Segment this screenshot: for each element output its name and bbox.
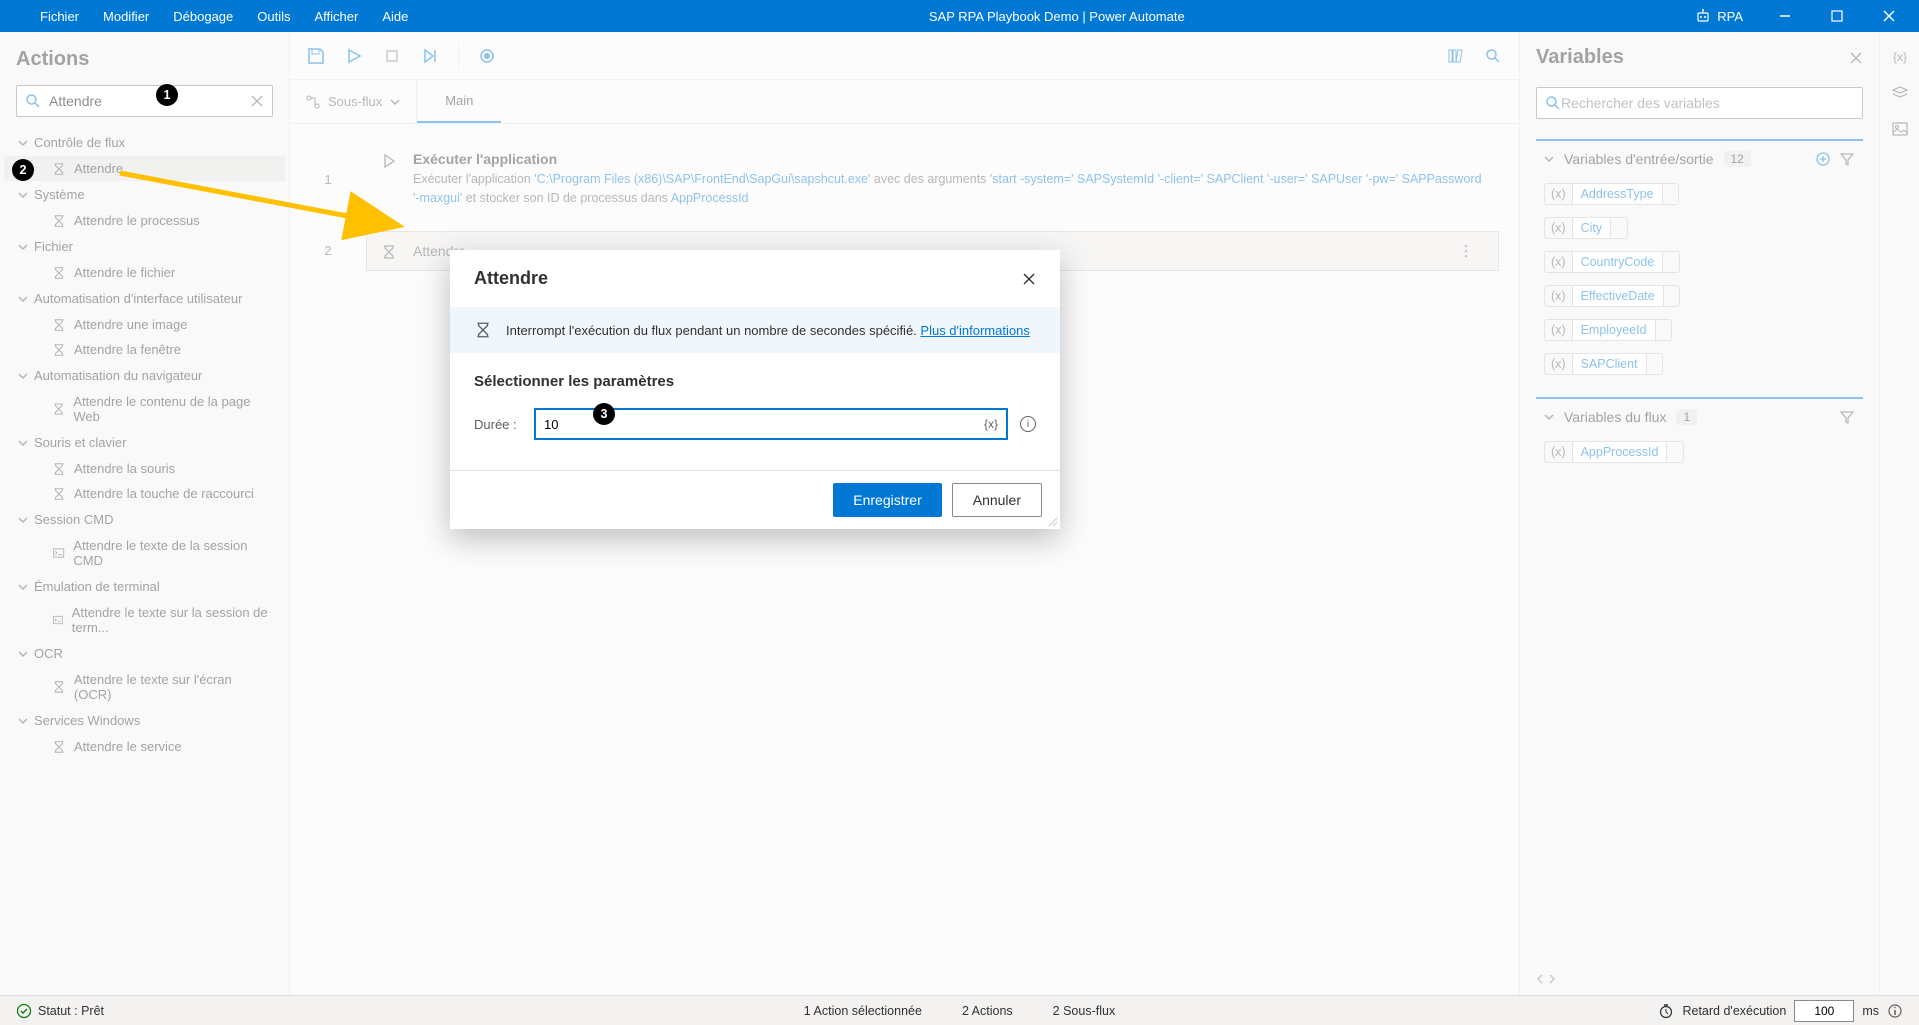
rpa-badge[interactable]: RPA <box>1695 8 1753 24</box>
save-button[interactable]: Enregistrer <box>833 483 941 517</box>
status-bar: Statut : Prêt 1 Action sélectionnée 2 Ac… <box>0 995 1919 1025</box>
menu-tools[interactable]: Outils <box>247 3 300 30</box>
menu-help[interactable]: Aide <box>372 3 418 30</box>
window-title: SAP RPA Playbook Demo | Power Automate <box>418 9 1695 24</box>
info-icon[interactable]: i <box>1020 416 1036 432</box>
more-info-link[interactable]: Plus d'informations <box>920 323 1029 338</box>
callout-badge-2: 2 <box>12 159 34 181</box>
selected-actions-count: 1 Action sélectionnée <box>804 1004 922 1018</box>
menu-file[interactable]: Fichier <box>30 3 89 30</box>
robot-icon <box>1695 8 1711 24</box>
duration-label: Durée : <box>474 417 522 432</box>
callout-badge-1: 1 <box>156 84 178 106</box>
delay-unit: ms <box>1862 1004 1879 1018</box>
window-minimize[interactable] <box>1765 0 1805 32</box>
hourglass-icon <box>474 321 492 339</box>
menu-view[interactable]: Afficher <box>305 3 369 30</box>
menu-debug[interactable]: Débogage <box>163 3 243 30</box>
delay-input[interactable] <box>1794 1000 1854 1022</box>
check-icon <box>16 1003 32 1019</box>
wait-action-dialog: Attendre Interrompt l'exécution du flux … <box>450 250 1060 529</box>
status-ready: Statut : Prêt <box>16 1003 104 1019</box>
dialog-title: Attendre <box>474 268 548 289</box>
delay-label: Retard d'exécution <box>1682 1004 1786 1018</box>
window-titlebar: Fichier Modifier Débogage Outils Affiche… <box>0 0 1919 32</box>
menu-bar: Fichier Modifier Débogage Outils Affiche… <box>0 3 418 30</box>
subflows-count: 2 Sous-flux <box>1053 1004 1116 1018</box>
dialog-info-text: Interrompt l'exécution du flux pendant u… <box>506 323 920 338</box>
menu-edit[interactable]: Modifier <box>93 3 159 30</box>
window-maximize[interactable] <box>1817 0 1857 32</box>
callout-badge-3: 3 <box>593 403 615 425</box>
window-close[interactable] <box>1869 0 1909 32</box>
cancel-button[interactable]: Annuler <box>952 483 1042 517</box>
info-icon[interactable] <box>1887 1003 1903 1019</box>
dialog-info-banner: Interrompt l'exécution du flux pendant u… <box>450 307 1060 353</box>
variable-picker-icon[interactable]: {x} <box>984 417 998 431</box>
params-heading: Sélectionner les paramètres <box>474 373 1036 390</box>
actions-count: 2 Actions <box>962 1004 1013 1018</box>
close-icon[interactable] <box>1022 272 1036 286</box>
rpa-label: RPA <box>1717 9 1743 24</box>
resize-grip-icon[interactable] <box>1046 515 1058 527</box>
clock-icon <box>1658 1003 1674 1019</box>
